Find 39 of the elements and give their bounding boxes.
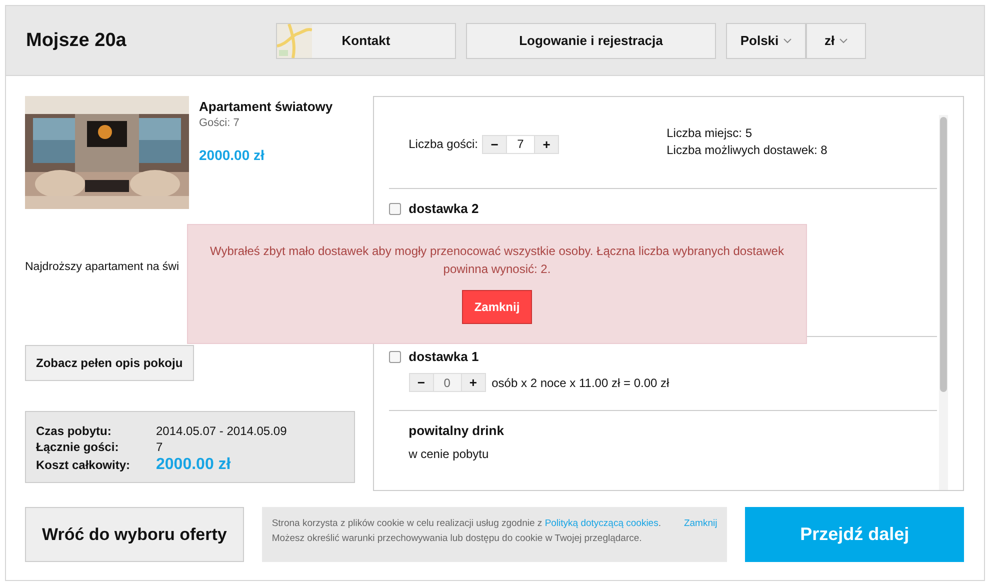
extra-name: dostawka 2 (408, 201, 479, 216)
extra-name: dostawka 1 (408, 349, 479, 364)
total-price: 2000.00 zł (156, 456, 232, 474)
map-icon (277, 24, 312, 58)
extras-count: Liczba możliwych dostawek: 8 (666, 143, 828, 157)
guest-count: Gości: 7 (199, 117, 240, 129)
checkbox[interactable] (388, 350, 401, 362)
cookie-notice: Strona korzysta z plików cookie w celu realizacji usług zgodnie z Polityką dotyczącą cookies. Możesz określić warunki przechowywania lub dostępu do cookie w Twojej przeglądarce. (272, 517, 662, 546)
quantity-field[interactable]: 0 (434, 373, 461, 392)
room-price: 2000.00 zł (199, 147, 266, 163)
checkbox[interactable] (388, 202, 401, 214)
site-title: Mojsze 20a (26, 30, 128, 52)
currency-dropdown[interactable]: zł (806, 22, 866, 58)
decrease-button[interactable]: − (482, 134, 507, 154)
room-name: Apartament światowy (199, 99, 333, 114)
seats-count: Liczba miejsc: 5 (666, 126, 753, 140)
back-button[interactable]: Wróć do wyboru oferty (25, 507, 244, 562)
room-details-button[interactable]: Zobacz pełen opis pokoju (25, 345, 194, 381)
alert-message: Wybrałeś zbyt mało dostawek aby mogły przenocować wszystkie osoby. Łączna liczba wybranych dostawek powinna wynosić: 2. (209, 243, 785, 278)
scrollbar[interactable] (939, 115, 948, 490)
login-button[interactable]: Logowanie i rejestracja (466, 22, 716, 58)
chevron-down-icon (782, 38, 792, 44)
chevron-down-icon (838, 38, 848, 44)
decrease-button[interactable]: − (408, 373, 434, 392)
increase-button[interactable]: + (534, 134, 559, 154)
summary-value: 7 (156, 440, 164, 454)
increase-button[interactable]: + (460, 373, 486, 392)
summary-label: Czas pobytu: (36, 424, 112, 438)
extra-name: powitalny drink (408, 423, 505, 438)
language-dropdown[interactable]: Polski (726, 22, 806, 58)
summary-label: Koszt całkowity: (36, 458, 132, 472)
extra-price: osób x 2 noce x 11.00 zł = 0.00 zł (492, 376, 670, 390)
room-description: Najdroższy apartament na świ (25, 261, 180, 273)
quantity-field[interactable]: 7 (507, 134, 534, 154)
summary-value: 2014.05.07 - 2014.05.09 (156, 424, 288, 438)
included-note: w cenie pobytu (408, 447, 489, 461)
summary-label: Łącznie gości: (36, 440, 120, 454)
contact-button[interactable]: Kontakt (276, 22, 456, 58)
guests-label: Liczba gości: (408, 137, 478, 151)
